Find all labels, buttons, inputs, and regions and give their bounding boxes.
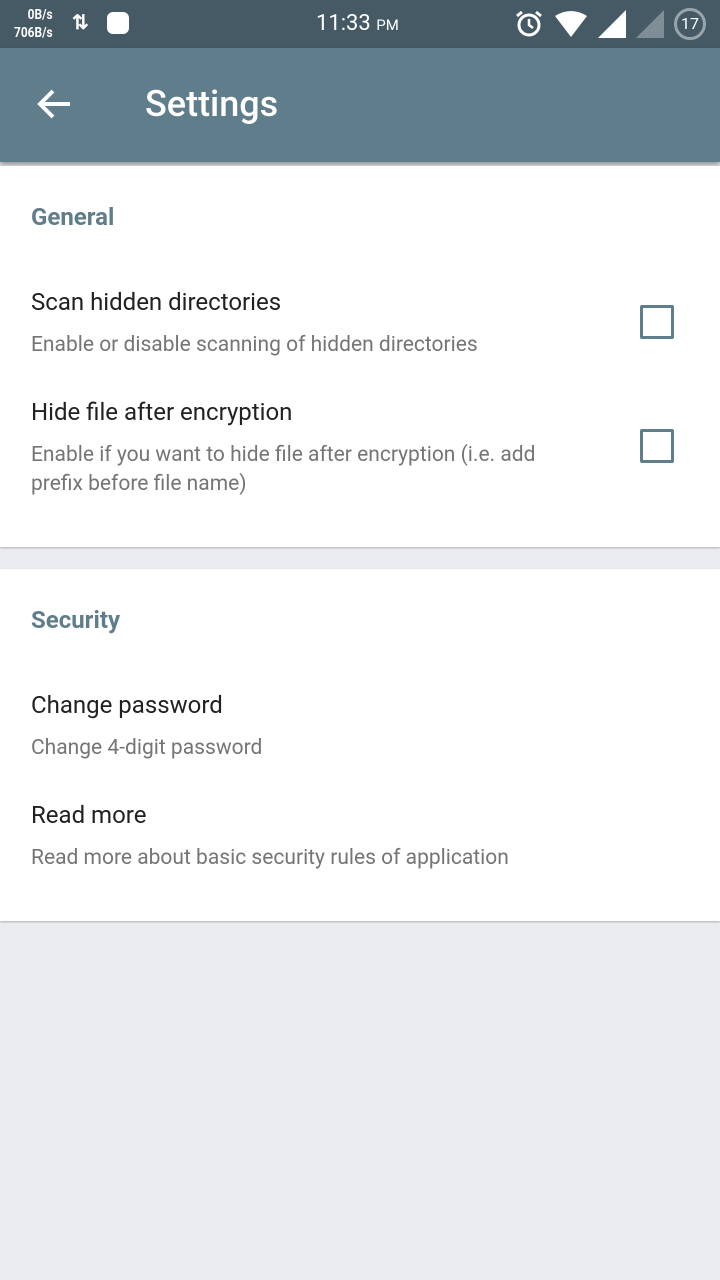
security-section: Security Change password Change 4-digit … [0,569,720,921]
signal-2-icon [636,10,664,38]
signal-icon [598,10,626,38]
general-section: General Scan hidden directories Enable o… [0,166,720,547]
data-transfer-icon: ⇅ [72,10,89,34]
app-bar: Settings [0,48,720,162]
clock: 11:33 PM [316,11,399,36]
battery-icon: 17 [674,8,706,40]
wifi-icon [555,11,587,37]
page-title: Settings [145,83,279,125]
category-header: Security [31,606,121,634]
android-icon [107,12,129,34]
status-bar: 0B/s 706B/s ⇅ 11:33 PM 17 [0,0,720,48]
alarm-icon [516,10,542,37]
network-speed: 0B/s 706B/s [14,7,53,41]
checkbox[interactable] [640,305,674,339]
checkbox[interactable] [640,429,674,463]
category-header: General [31,203,115,231]
back-arrow-icon[interactable] [36,88,72,120]
